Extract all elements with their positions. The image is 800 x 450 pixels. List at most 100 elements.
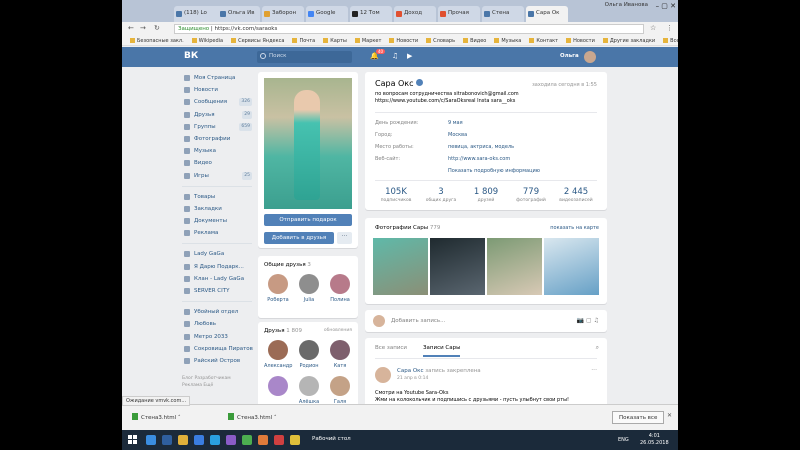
profile-counter[interactable]: 2 445 видеозаписей	[555, 187, 597, 203]
menu-icon[interactable]: ⋮	[666, 24, 673, 32]
url-input[interactable]: Защищено | https://vk.com/saraoks	[174, 24, 644, 34]
nav-item[interactable]: Группы 659	[182, 121, 252, 133]
header-avatar[interactable]	[584, 51, 596, 63]
nav-item[interactable]: Товары	[182, 191, 252, 203]
nav-item[interactable]: Музыка	[182, 145, 252, 157]
bookmark-item[interactable]: Музыка	[494, 38, 521, 44]
photo-thumbnail[interactable]	[373, 238, 428, 295]
nav-item[interactable]: Клан - Lady GaGa	[182, 273, 252, 285]
profile-counter[interactable]: 3 общих друга	[420, 187, 462, 203]
mutual-friends-title[interactable]: Общие друзья 3	[264, 262, 311, 268]
music-icon[interactable]: ♫	[392, 52, 398, 60]
show-all-downloads-button[interactable]: Показать все	[612, 411, 665, 424]
forward-icon[interactable]: →	[140, 24, 146, 32]
nav-item[interactable]: Я Дарю Подарк...	[182, 261, 252, 273]
tab-2[interactable]: Ольга Ив	[218, 6, 260, 22]
tab-8[interactable]: Стена	[482, 6, 524, 22]
task-view-icon[interactable]	[162, 435, 172, 445]
friend[interactable]: Катя	[326, 340, 354, 369]
tab-own-posts[interactable]: Записи Сары	[423, 345, 461, 357]
nav-item[interactable]: Фотографии	[182, 133, 252, 145]
header-user-name[interactable]: Ольга	[560, 53, 579, 59]
skype-icon[interactable]	[210, 435, 220, 445]
friend[interactable]: Алёшка	[295, 376, 323, 405]
bookmark-item[interactable]: Карты	[323, 38, 347, 44]
windows-start-icon[interactable]	[128, 435, 138, 445]
post-time[interactable]: 21 апр в 0:14	[397, 376, 428, 381]
reload-icon[interactable]: ↻	[154, 24, 160, 32]
photo-thumbnail[interactable]	[544, 238, 599, 295]
friends-updates-link[interactable]: обновления	[324, 328, 352, 333]
nav-item[interactable]: Убойный отдел	[182, 306, 252, 318]
star-icon[interactable]: ☆	[650, 24, 656, 32]
bookmark-item[interactable]: Другие закладки	[603, 38, 655, 44]
profile-counter[interactable]: 105K подписчиков	[375, 187, 417, 203]
nav-item[interactable]: Моя Страница	[182, 72, 252, 84]
photo-thumbnail[interactable]	[430, 238, 485, 295]
download-item[interactable]: Стена3.html ˄	[132, 413, 181, 421]
bookmark-item[interactable]: Новости	[389, 38, 418, 44]
bookmark-item[interactable]: Новости	[566, 38, 595, 44]
download-item[interactable]: Стена3.html ˄	[228, 413, 277, 421]
bookmark-item[interactable]: Почта	[292, 38, 315, 44]
attach-icons[interactable]: 📷 ▢ ♫	[577, 317, 599, 324]
friend[interactable]: Галя	[326, 376, 354, 405]
nav-item[interactable]: Закладки	[182, 203, 252, 215]
bookmark-item[interactable]: Безопасные закл.	[130, 38, 184, 44]
bookmark-item[interactable]: Видео	[463, 38, 486, 44]
bookmark-item[interactable]: Wikipedia	[192, 38, 223, 44]
tab-3[interactable]: Заборон	[262, 6, 304, 22]
nav-item[interactable]: Метро 2033	[182, 331, 252, 343]
play-icon[interactable]: ▶	[407, 52, 412, 60]
bookmark-item[interactable]: Маркет	[355, 38, 382, 44]
vk-logo[interactable]: ВК	[184, 51, 198, 61]
search-icon[interactable]	[146, 435, 156, 445]
tab-7[interactable]: Прочая	[438, 6, 480, 22]
send-gift-button[interactable]: Отправить подарок	[264, 214, 352, 226]
post-menu-icon[interactable]: ···	[591, 367, 597, 374]
nav-item[interactable]: Реклама	[182, 227, 252, 239]
friend[interactable]: Родион	[295, 340, 323, 369]
search-input[interactable]: Поиск	[257, 51, 352, 63]
info-value[interactable]: Москва	[448, 132, 467, 138]
explorer-icon[interactable]	[178, 435, 188, 445]
clock[interactable]: 4:01 26.05.2018	[640, 433, 669, 447]
photos-title[interactable]: Фотографии Сары 779	[375, 225, 440, 231]
nav-item[interactable]: Сокровища Пиратов	[182, 343, 253, 355]
tab-4[interactable]: Google	[306, 6, 348, 22]
show-on-map-link[interactable]: показать на карте	[550, 225, 599, 231]
app-icon[interactable]	[258, 435, 268, 445]
nav-item[interactable]: Документы	[182, 215, 252, 227]
info-value[interactable]: певица, актриса, модель	[448, 144, 514, 150]
nav-item[interactable]: Видео	[182, 157, 252, 169]
mutual-friend[interactable]: Полина	[326, 274, 354, 303]
nav-item[interactable]: Райский Остров	[182, 355, 252, 367]
new-post-input[interactable]: Добавить запись...	[391, 318, 445, 324]
app-icon[interactable]	[226, 435, 236, 445]
tab-5[interactable]: 12 Том	[350, 6, 392, 22]
tab-6[interactable]: Доход	[394, 6, 436, 22]
edge-icon[interactable]	[194, 435, 204, 445]
nav-item[interactable]: Любовь	[182, 318, 252, 330]
tab-9-active[interactable]: Сара Ок	[526, 6, 568, 22]
mutual-friend[interactable]: Julia	[295, 274, 323, 303]
nav-item[interactable]: Игры 25	[182, 170, 252, 182]
profile-counter[interactable]: 779 фотографий	[510, 187, 552, 203]
nav-item[interactable]: Друзья 29	[182, 109, 252, 121]
mutual-friend[interactable]: Роберта	[264, 274, 292, 303]
app-icon[interactable]	[290, 435, 300, 445]
add-friend-button[interactable]: Добавить в друзья	[264, 232, 334, 244]
nav-item[interactable]: Сообщения 326	[182, 96, 252, 108]
close-icon[interactable]: ✕	[667, 412, 672, 419]
post-avatar[interactable]	[375, 367, 391, 383]
nav-footer[interactable]: Блог Разработчикам Реклама Ещё	[182, 375, 252, 389]
friend[interactable]	[264, 376, 292, 399]
window-controls[interactable]: – ▢ ✕	[656, 2, 676, 10]
bookmark-item[interactable]: Сервисы Яндекса	[231, 38, 284, 44]
more-actions-button[interactable]: ···	[337, 232, 352, 244]
bookmark-item[interactable]: Контакт	[529, 38, 558, 44]
bookmark-item[interactable]: Все для О.С.	[663, 38, 678, 44]
wall-search-icon[interactable]: ⌕	[596, 344, 599, 352]
show-more-info-link[interactable]: Показать подробную информацию	[448, 168, 540, 174]
bookmark-item[interactable]: Словарь	[426, 38, 455, 44]
